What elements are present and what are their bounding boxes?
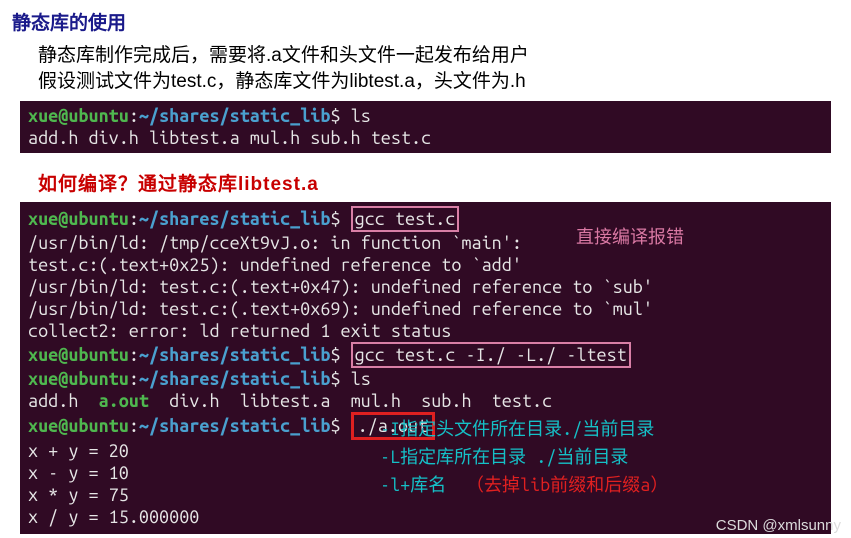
prompt-user: xue: [28, 416, 58, 436]
prompt-colon: :: [129, 345, 139, 365]
prompt-colon: :: [129, 416, 139, 436]
terminal-block-2: xue@ubuntu:~/shares/static_lib$ gcc test…: [20, 202, 831, 534]
prompt-user: xue: [28, 209, 58, 229]
error-line: /usr/bin/ld: /tmp/cceXt9vJ.o: in functio…: [28, 232, 823, 254]
terminal-line: xue@ubuntu:~/shares/static_lib$ ls: [28, 105, 823, 127]
prompt-path: ~/shares/static_lib: [139, 416, 331, 436]
prompt-host: ubuntu: [68, 369, 128, 389]
prompt-path: ~/shares/static_lib: [139, 369, 331, 389]
watermark: CSDN @xmlsunny: [716, 517, 841, 534]
prompt-host: ubuntu: [68, 345, 128, 365]
prompt-at: @: [58, 345, 68, 365]
prompt-dollar: $: [330, 369, 340, 389]
command-gcc-fail: gcc test.c: [351, 206, 460, 232]
filelist-rest: div.h libtest.a mul.h sub.h test.c: [149, 391, 552, 411]
prompt-user: xue: [28, 345, 58, 365]
prompt-at: @: [58, 416, 68, 436]
filelist-aout: a.out: [99, 391, 149, 411]
prompt-colon: :: [129, 106, 139, 126]
annotation-direct-compile-error: 直接编译报错: [576, 226, 684, 248]
prompt-path: ~/shares/static_lib: [139, 345, 331, 365]
filelist-add: add.h: [28, 391, 99, 411]
prompt-at: @: [58, 106, 68, 126]
prompt-colon: :: [129, 369, 139, 389]
prompt-path: ~/shares/static_lib: [139, 106, 331, 126]
prompt-at: @: [58, 209, 68, 229]
intro-line-2: 假设测试文件为test.c，静态库文件为libtest.a，头文件为.h: [38, 69, 851, 95]
terminal-output: add.h a.out div.h libtest.a mul.h sub.h …: [28, 390, 823, 412]
prompt-dollar: $: [330, 345, 340, 365]
callout-question: 如何编译？通过静态库libtest.a: [38, 169, 813, 196]
command-ls: ls: [351, 369, 371, 389]
prompt-user: xue: [28, 106, 58, 126]
terminal-output: add.h div.h libtest.a mul.h sub.h test.c: [28, 127, 823, 149]
prompt-host: ubuntu: [68, 416, 128, 436]
prompt-path: ~/shares/static_lib: [139, 209, 331, 229]
result-line: x / y = 15.000000: [28, 506, 823, 528]
prompt-host: ubuntu: [68, 209, 128, 229]
annotation-l-option: -l+库名: [380, 474, 446, 496]
prompt-user: xue: [28, 369, 58, 389]
prompt-dollar: $: [330, 416, 340, 436]
error-line: test.c:(.text+0x25): undefined reference…: [28, 254, 823, 276]
command-gcc-success: gcc test.c -I./ -L./ -ltest: [351, 342, 631, 368]
terminal-line: xue@ubuntu:~/shares/static_lib$ gcc test…: [28, 206, 823, 232]
error-line: /usr/bin/ld: test.c:(.text+0x47): undefi…: [28, 276, 823, 298]
command-ls: ls: [351, 106, 371, 126]
annotation-l-note-paren: （去掉lib前缀和后缀a）: [466, 474, 668, 496]
intro-line-1: 静态库制作完成后，需要将.a文件和头文件一起发布给用户: [38, 43, 851, 69]
error-line: collect2: error: ld returned 1 exit stat…: [28, 320, 823, 342]
prompt-at: @: [58, 369, 68, 389]
prompt-dollar: $: [330, 209, 340, 229]
annotation-L-option: -L指定库所在目录 ./当前目录: [380, 446, 628, 468]
prompt-colon: :: [129, 209, 139, 229]
terminal-line: xue@ubuntu:~/shares/static_lib$ ls: [28, 368, 823, 390]
prompt-host: ubuntu: [68, 106, 128, 126]
annotation-I-option: -I指定头文件所在目录./当前目录: [380, 418, 654, 440]
section-heading: 静态库的使用: [12, 8, 839, 35]
terminal-line: xue@ubuntu:~/shares/static_lib$ gcc test…: [28, 342, 823, 368]
prompt-dollar: $: [330, 106, 340, 126]
error-line: /usr/bin/ld: test.c:(.text+0x69): undefi…: [28, 298, 823, 320]
terminal-block-1: xue@ubuntu:~/shares/static_lib$ ls add.h…: [20, 101, 831, 153]
